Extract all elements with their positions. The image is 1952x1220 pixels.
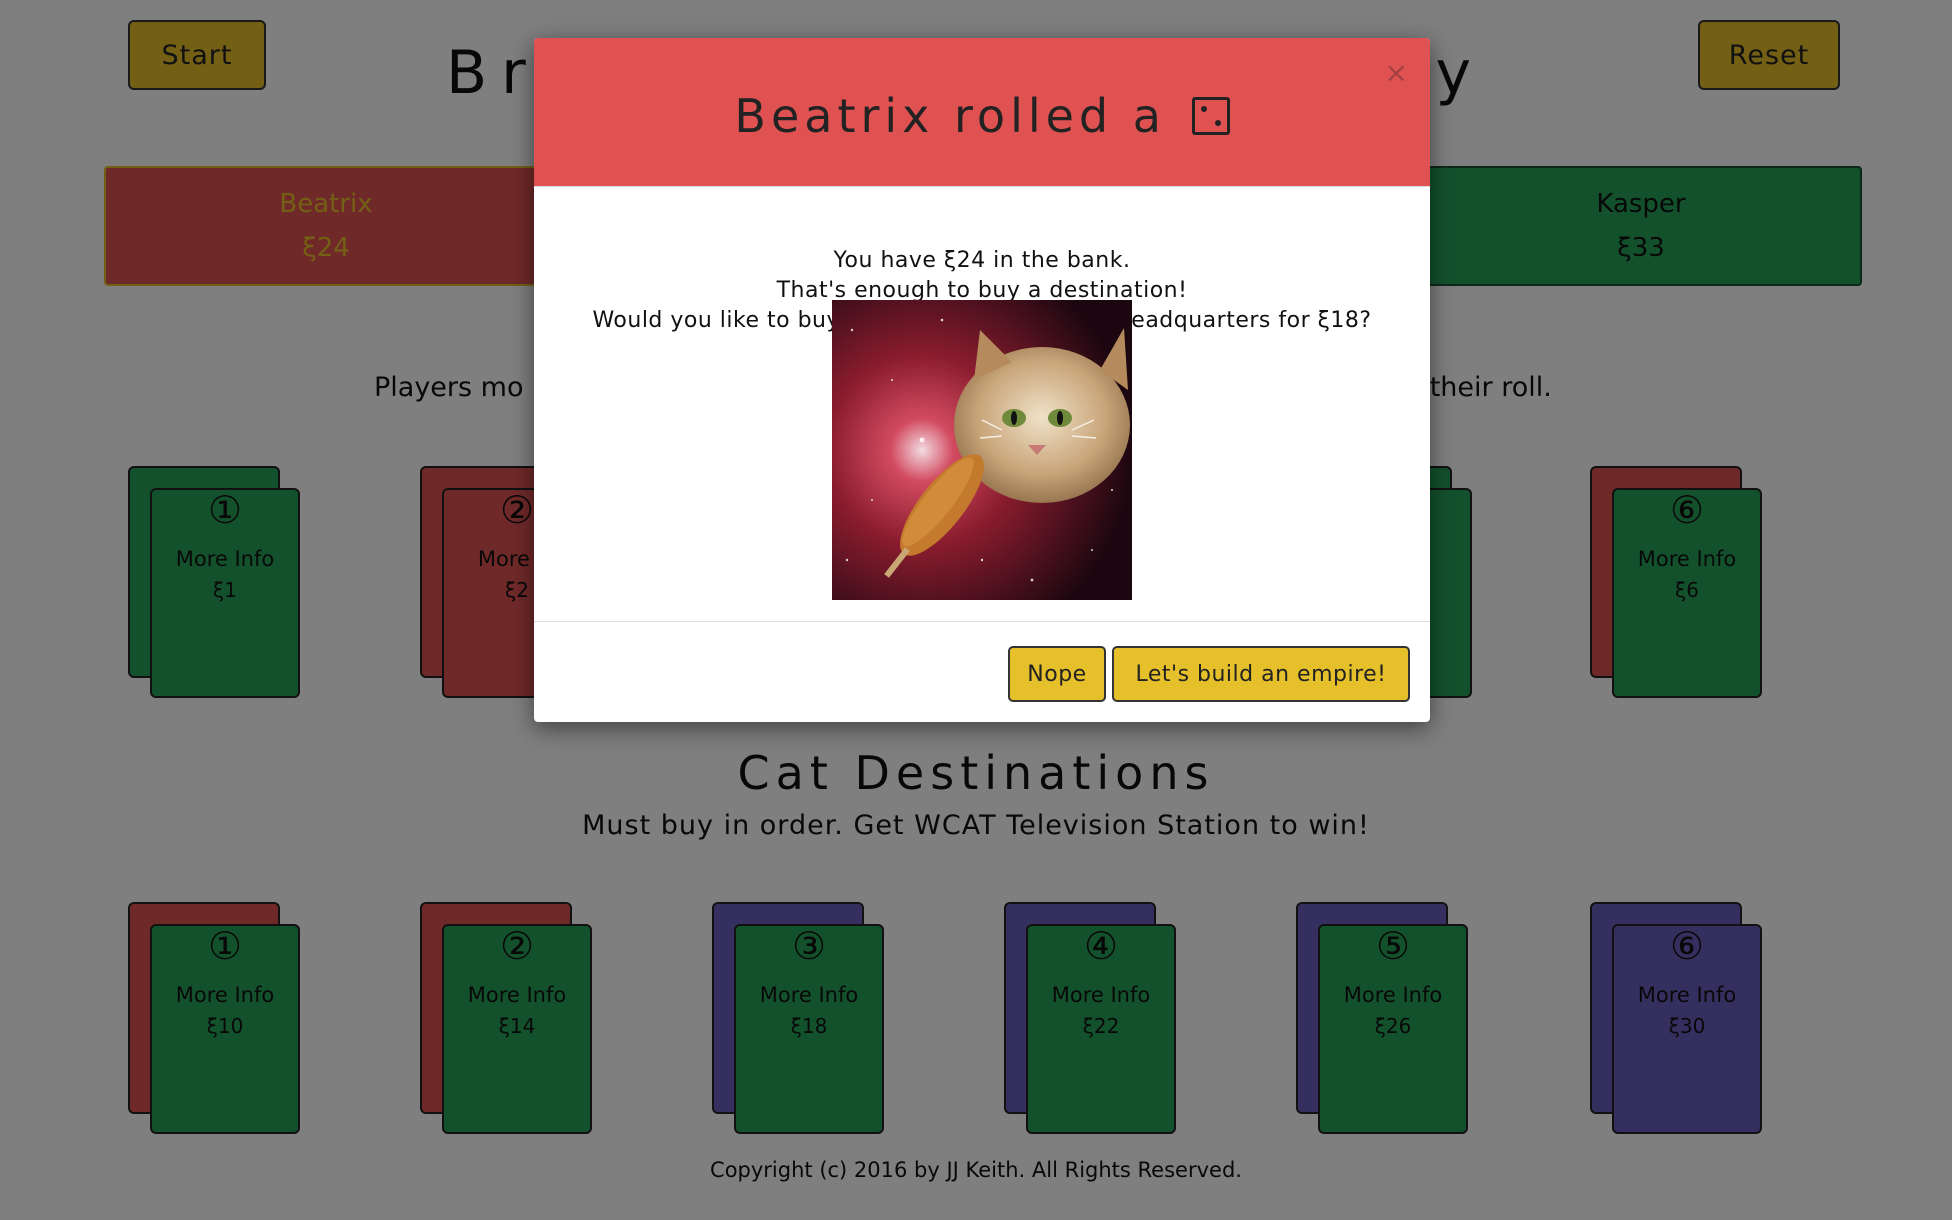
modal-divider [534,621,1430,622]
cat-image-svg [832,300,1132,600]
nope-button[interactable]: Nope [1008,646,1106,702]
close-icon[interactable]: × [1385,56,1408,89]
die-pip [1214,120,1221,126]
bank-balance-text: You have ξ24 in the bank. [833,248,1131,273]
modal-header: Beatrix rolled a × [534,38,1430,187]
modal-title: Beatrix rolled a [734,89,1230,143]
modal-title-text: Beatrix rolled a [734,89,1166,143]
buy-destination-button[interactable]: Let's build an empire! [1112,646,1410,702]
cat-space-corndog-image [832,300,1132,600]
purchase-modal: Beatrix rolled a × You have ξ24 in the b… [534,38,1430,722]
die-pip [1200,106,1207,112]
die-two-icon [1191,97,1230,135]
